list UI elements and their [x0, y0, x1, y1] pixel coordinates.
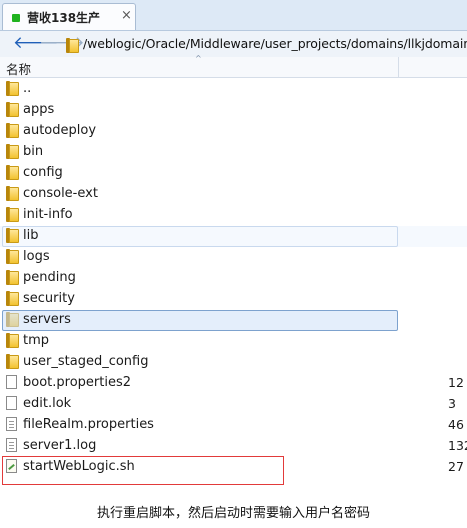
list-item[interactable]: logs: [0, 247, 467, 268]
item-name: startWebLogic.sh: [23, 459, 135, 474]
list-item[interactable]: apps: [0, 100, 467, 121]
item-name: pending: [23, 270, 76, 285]
tab-title: 营收138生产: [27, 11, 101, 25]
address-bar: 🡐 🡒 /weblogic/Oracle/Middleware/user_pro…: [0, 31, 467, 58]
item-name: tmp: [23, 333, 50, 348]
list-item[interactable]: bin: [0, 142, 467, 163]
item-name: server1.log: [23, 438, 97, 453]
list-item[interactable]: server1.log 132: [0, 436, 467, 457]
item-name: console-ext: [23, 186, 98, 201]
item-name: logs: [23, 249, 50, 264]
item-size: 27: [448, 459, 464, 474]
list-item[interactable]: console-ext: [0, 184, 467, 205]
item-name: user_staged_config: [23, 354, 149, 369]
list-item[interactable]: boot.properties2 12: [0, 373, 467, 394]
list-item[interactable]: lib: [0, 226, 467, 247]
path-input[interactable]: /weblogic/Oracle/Middleware/user_project…: [83, 36, 467, 51]
item-name: ..: [23, 81, 32, 96]
item-name: edit.lok: [23, 396, 72, 411]
list-item[interactable]: tmp: [0, 331, 467, 352]
list-item[interactable]: edit.lok 3: [0, 394, 467, 415]
session-tab[interactable]: 营收138生产 ×: [2, 3, 136, 30]
item-size: 46: [448, 417, 464, 432]
list-item[interactable]: autodeploy: [0, 121, 467, 142]
list-item[interactable]: config: [0, 163, 467, 184]
item-size: 3: [448, 396, 456, 411]
item-name: apps: [23, 102, 55, 117]
column-divider[interactable]: [398, 57, 399, 77]
item-name: init-info: [23, 207, 73, 222]
caption-text: 执行重启脚本，然后启动时需要输入用户名密码: [96, 506, 370, 521]
item-name: autodeploy: [23, 123, 97, 138]
list-item-selected[interactable]: servers: [0, 310, 467, 331]
item-size: 132: [448, 438, 467, 453]
tab-bar: 营收138生产 ×: [0, 0, 467, 31]
column-header: 名称 ^: [0, 54, 467, 78]
connection-status-icon: [12, 14, 20, 22]
sort-ascending-icon: ^: [195, 54, 202, 63]
list-item[interactable]: ..: [0, 79, 467, 100]
close-icon[interactable]: ×: [121, 8, 132, 23]
item-name: fileRealm.properties: [23, 417, 154, 432]
list-item[interactable]: fileRealm.properties 46: [0, 415, 467, 436]
list-item[interactable]: security: [0, 289, 467, 310]
item-name: security: [23, 291, 75, 306]
item-name: bin: [23, 144, 44, 159]
item-name: config: [23, 165, 63, 180]
item-size: 12: [448, 375, 464, 390]
list-item[interactable]: pending: [0, 268, 467, 289]
list-item[interactable]: user_staged_config: [0, 352, 467, 373]
item-name: lib: [23, 228, 39, 243]
item-name: servers: [23, 312, 71, 327]
list-item[interactable]: init-info: [0, 205, 467, 226]
column-name-header[interactable]: 名称: [6, 59, 31, 78]
item-name: boot.properties2: [23, 375, 131, 390]
